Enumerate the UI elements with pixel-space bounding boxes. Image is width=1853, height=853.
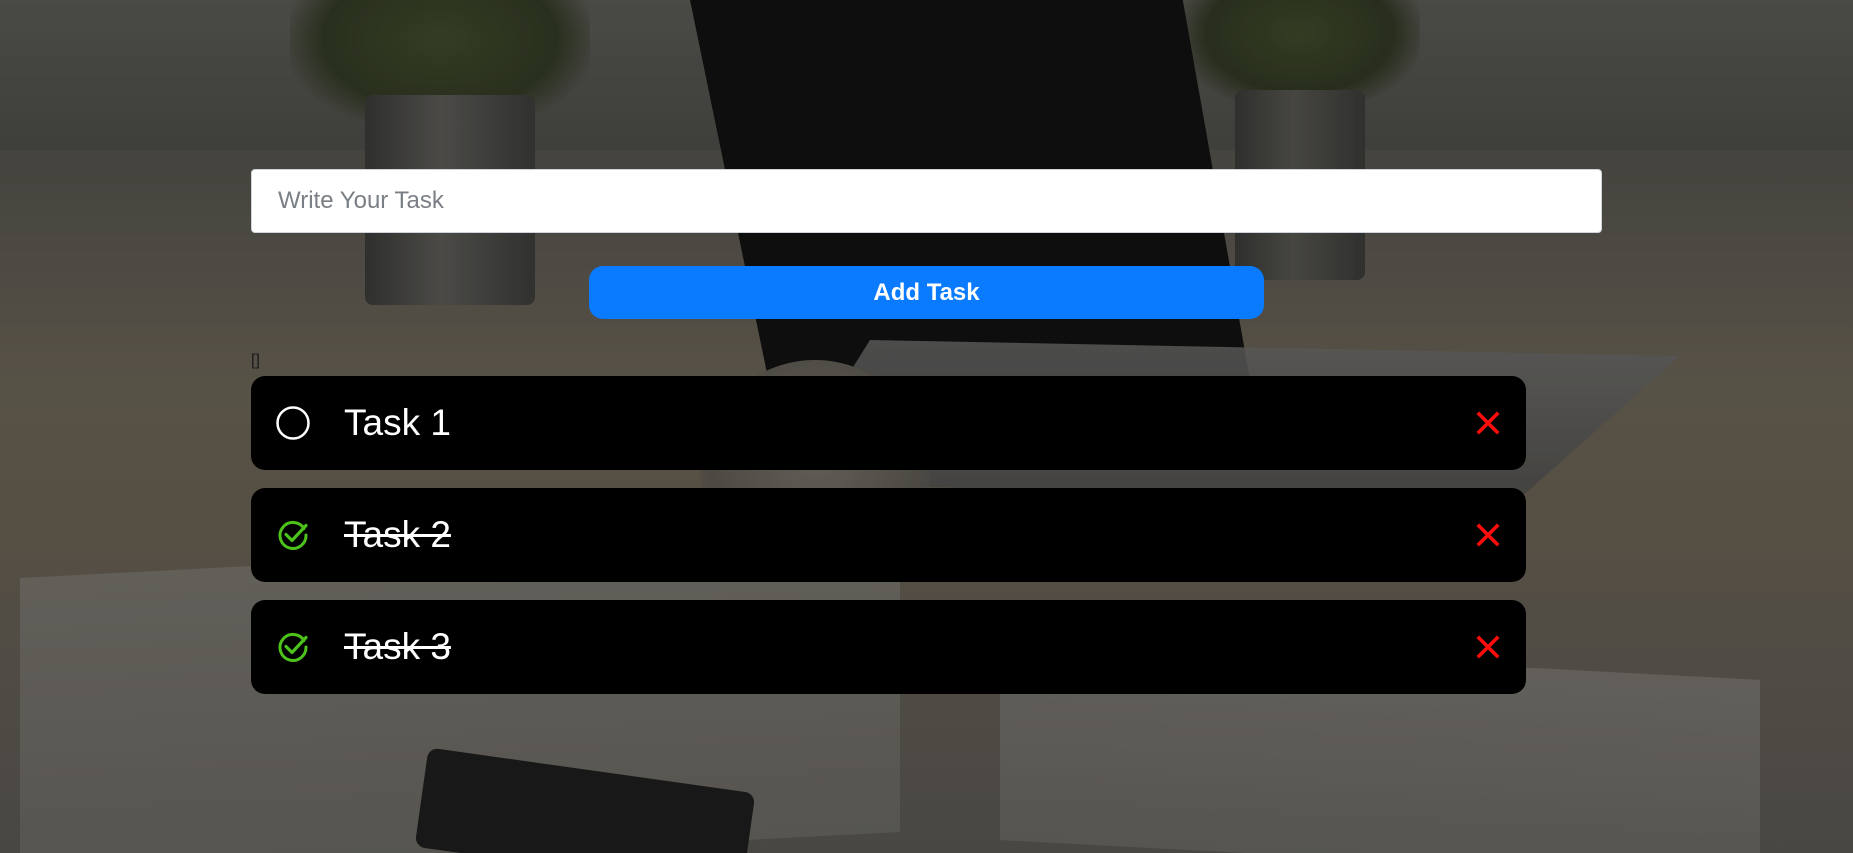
task-list-debug-text: [] [251,352,260,369]
close-x-icon[interactable] [1470,629,1506,665]
add-task-button[interactable]: Add Task [589,266,1264,319]
close-x-icon[interactable] [1470,517,1506,553]
todo-app: Add Task [] Task 1 Task 2 [251,169,1602,712]
task-input[interactable] [251,169,1602,233]
task-item: Task 3 [251,600,1526,694]
task-item: Task 1 [251,376,1526,470]
check-circle-icon[interactable] [275,629,311,665]
check-circle-icon[interactable] [275,517,311,553]
circle-outline-icon[interactable] [275,405,311,441]
task-item: Task 2 [251,488,1526,582]
task-label: Task 1 [344,402,451,443]
task-list: Task 1 Task 2 Task 3 [251,376,1526,694]
close-x-icon[interactable] [1470,405,1506,441]
task-label: Task 2 [344,514,451,555]
task-label: Task 3 [344,626,451,667]
